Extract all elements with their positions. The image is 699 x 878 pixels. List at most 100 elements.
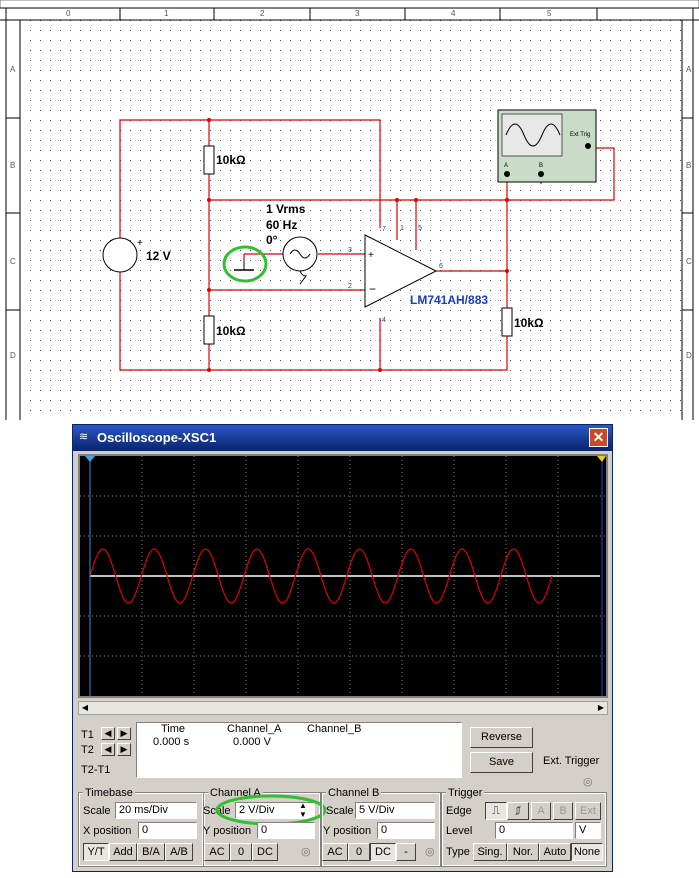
timebase-xpos-label: X position xyxy=(83,825,132,837)
add-button[interactable]: Add xyxy=(109,843,137,861)
channel-a-ac-button[interactable]: AC xyxy=(204,843,230,861)
ruler-label-a: A xyxy=(10,65,16,74)
channel-b-dc-button[interactable]: DC xyxy=(370,843,396,861)
channel-a-ypos-field[interactable]: 0 xyxy=(257,822,315,839)
readout-time-value: 0.000 s xyxy=(153,736,190,748)
ruler-label-c: C xyxy=(10,257,16,266)
trigger-auto-button[interactable]: Auto xyxy=(539,843,571,861)
ac-phase-label: 0° xyxy=(266,233,278,247)
readout-channel-a-value: 0.000 V xyxy=(233,736,271,748)
opamp-pin3: 3 xyxy=(348,247,352,254)
channel-b-scale-label: Scale xyxy=(326,805,354,817)
trigger-normal-button[interactable]: Nor. xyxy=(507,843,539,861)
t1-right-arrow-icon[interactable]: ▶ xyxy=(117,727,131,740)
ab-button[interactable]: A/B xyxy=(165,843,193,861)
falling-edge-icon[interactable]: ⎎ xyxy=(507,802,529,820)
scope-display-svg xyxy=(80,456,606,696)
channel-b-zero-button[interactable]: 0 xyxy=(348,843,370,861)
channel-b-ac-button[interactable]: AC xyxy=(322,843,348,861)
t2-label: T2 xyxy=(81,744,94,756)
channel-a-terminal-icon[interactable]: ◎ xyxy=(301,845,311,858)
channel-a-ypos-label: Y position xyxy=(203,825,252,837)
resistor-r2[interactable] xyxy=(203,315,215,345)
ext-trigger-terminal-icon[interactable]: ◎ xyxy=(583,775,593,788)
ruler-label-c-right: C xyxy=(686,257,692,266)
ruler-label-4: 4 xyxy=(451,9,456,18)
resistor-r1[interactable] xyxy=(203,145,215,175)
scope-display[interactable] xyxy=(78,454,608,698)
t1-left-arrow-icon[interactable]: ◀ xyxy=(101,727,115,740)
t2-left-arrow-icon[interactable]: ◀ xyxy=(101,743,115,756)
ruler-label-2: 2 xyxy=(260,9,265,18)
trigger-ext-button[interactable]: Ext xyxy=(575,802,601,820)
reverse-button[interactable]: Reverse xyxy=(470,727,533,748)
trigger-a-button[interactable]: A xyxy=(531,802,551,820)
ac-amplitude-label: 1 Vrms xyxy=(266,202,306,216)
t2-right-arrow-icon[interactable]: ▶ xyxy=(117,743,131,756)
readout-channel-a-header: Channel_A xyxy=(227,723,282,735)
ac-frequency-label: 60 Hz xyxy=(266,218,297,232)
svg-text:+: + xyxy=(137,238,143,249)
resistor-r3[interactable] xyxy=(501,307,513,337)
ext-trigger-label: Ext. Trigger xyxy=(543,755,600,767)
yt-button[interactable]: Y/T xyxy=(83,843,109,861)
channel-b-title: Channel B xyxy=(326,787,382,799)
timebase-scale-field[interactable]: 20 ms/Div xyxy=(115,802,197,819)
scroll-right-icon[interactable]: ▶ xyxy=(595,702,607,714)
svg-text:+: + xyxy=(368,250,374,261)
trigger-level-unit[interactable]: V xyxy=(575,822,601,839)
ruler-label-d: D xyxy=(10,351,16,360)
ruler-label-0: 0 xyxy=(66,9,71,18)
oscilloscope-instrument[interactable] xyxy=(497,109,597,183)
ruler-label-5: 5 xyxy=(547,9,552,18)
trigger-level-field[interactable]: 0 xyxy=(495,822,573,839)
trigger-edge-label: Edge xyxy=(446,805,472,817)
channel-a-dc-button[interactable]: DC xyxy=(252,843,278,861)
rising-edge-icon[interactable]: ⎍ xyxy=(485,802,507,820)
ruler-label-a-right: A xyxy=(686,65,692,74)
ruler-label-d-right: D xyxy=(686,351,692,360)
channel-b-invert-button[interactable]: - xyxy=(396,843,416,861)
timebase-xpos-field[interactable]: 0 xyxy=(138,822,197,839)
resistor-r2-label: 10kΩ xyxy=(216,324,246,338)
channel-a-zero-button[interactable]: 0 xyxy=(230,843,252,861)
opamp-pin2: 2 xyxy=(348,283,352,290)
cursor-t1-handle[interactable] xyxy=(85,456,95,462)
t2-t1-label: T2-T1 xyxy=(81,764,111,776)
window-title: Oscilloscope-XSC1 xyxy=(97,430,217,445)
display-scrollbar[interactable]: ◀ ▶ xyxy=(78,701,608,715)
channel-b-ypos-field[interactable]: 0 xyxy=(377,822,435,839)
opamp-pin5: 5 xyxy=(418,225,422,232)
title-bar[interactable]: ≋ Oscilloscope-XSC1 ✕ xyxy=(73,425,612,451)
readout-channel-b-header: Channel_B xyxy=(307,723,362,735)
cursor-readout: Time Channel_A Channel_B 0.000 s 0.000 V xyxy=(136,722,462,778)
save-button[interactable]: Save xyxy=(470,752,533,773)
ruler-label-b: B xyxy=(10,161,15,170)
dc-source[interactable] xyxy=(102,237,138,273)
timebase-scale-label: Scale xyxy=(83,805,111,817)
close-button[interactable]: ✕ xyxy=(589,428,608,447)
oscilloscope-window[interactable]: ≋ Oscilloscope-XSC1 ✕ ◀ ▶ T1 ◀ ▶ T2 ◀ ▶ … xyxy=(72,424,613,872)
scope-a-label: A xyxy=(504,163,508,169)
resistor-r1-label: 10kΩ xyxy=(216,153,246,167)
channel-b-scale-field[interactable]: 5 V/Div xyxy=(355,802,435,819)
trigger-level-label: Level xyxy=(446,825,473,837)
t1-label: T1 xyxy=(81,729,94,741)
trigger-title: Trigger xyxy=(446,787,485,799)
schematic-canvas[interactable]: 0 1 2 3 4 5 A B C D A B C D 10kΩ 10kΩ 10… xyxy=(0,0,699,420)
trigger-none-button[interactable]: None xyxy=(571,843,603,861)
channel-b-ypos-label: Y position xyxy=(323,825,372,837)
timebase-title: Timebase xyxy=(83,787,135,799)
channel-b-terminal-icon[interactable]: ◎ xyxy=(425,845,435,858)
resistor-r3-label: 10kΩ xyxy=(514,316,544,330)
trigger-b-button[interactable]: B xyxy=(553,802,573,820)
trigger-single-button[interactable]: Sing. xyxy=(473,843,507,861)
svg-text:−: − xyxy=(369,282,376,296)
scope-window-icon: ≋ xyxy=(79,431,89,443)
ruler-label-b-right: B xyxy=(686,161,691,170)
ruler-label-1: 1 xyxy=(164,9,169,18)
ba-button[interactable]: B/A xyxy=(137,843,165,861)
cursor-t2-handle[interactable] xyxy=(597,456,606,462)
scope-ext-trig-label: Ext Trig xyxy=(570,132,590,138)
scroll-left-icon[interactable]: ◀ xyxy=(79,702,91,714)
